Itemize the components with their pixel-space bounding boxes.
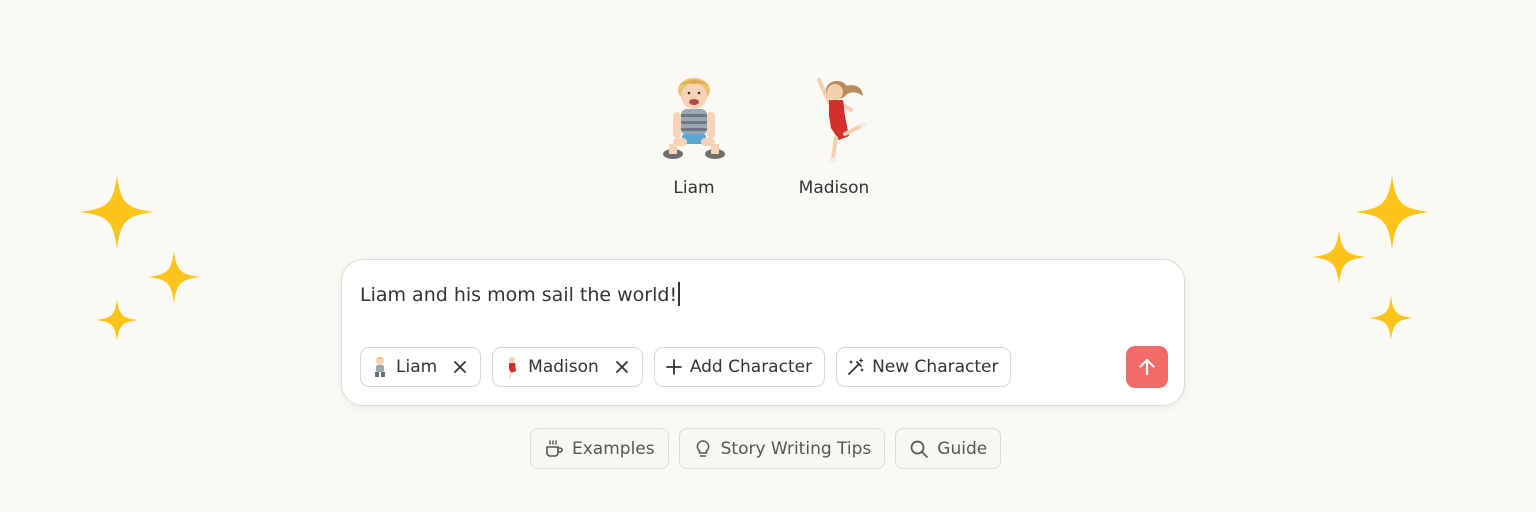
story-page: Liam Madison Liam and his mom sail the w… xyxy=(0,0,1536,512)
new-character-button[interactable]: New Character xyxy=(836,347,1012,387)
magic-wand-icon xyxy=(848,358,864,375)
chip-label: Liam xyxy=(396,357,438,377)
examples-label: Examples xyxy=(572,438,655,459)
text-caret xyxy=(678,282,680,306)
madison-avatar xyxy=(817,78,867,163)
new-character-label: New Character xyxy=(872,357,999,377)
chip-label: Madison xyxy=(528,357,599,377)
character-chip-madison[interactable]: Madison xyxy=(492,347,643,387)
character-liam[interactable]: Liam xyxy=(634,72,754,198)
add-character-button[interactable]: Add Character xyxy=(653,347,826,387)
guide-button[interactable]: Guide xyxy=(895,428,1002,469)
close-icon[interactable] xyxy=(452,359,468,375)
close-icon[interactable] xyxy=(614,359,630,375)
madison-mini-avatar xyxy=(509,357,517,379)
arrow-up-icon xyxy=(1139,358,1155,376)
character-madison[interactable]: Madison xyxy=(774,72,894,198)
lightbulb-icon xyxy=(696,439,709,457)
sparkle-icon xyxy=(1355,175,1429,249)
sparkle-icon xyxy=(96,299,138,341)
character-name: Liam xyxy=(673,178,715,198)
tips-label: Story Writing Tips xyxy=(720,438,872,459)
character-chip-liam[interactable]: Liam xyxy=(360,347,482,387)
sparkle-icon xyxy=(148,251,200,303)
story-prompt-input[interactable]: Liam and his mom sail the world! xyxy=(360,282,680,306)
add-character-label: Add Character xyxy=(689,357,813,377)
examples-button[interactable]: Examples xyxy=(530,428,669,469)
sparkle-icon xyxy=(1369,296,1413,340)
story-prompt-box: Liam and his mom sail the world! Liam Ma… xyxy=(341,259,1185,406)
sparkle-icon xyxy=(80,175,154,249)
story-prompt-text: Liam and his mom sail the world! xyxy=(360,284,678,306)
character-chip-row: Liam Madison Add Character New Character xyxy=(360,347,1012,387)
send-button[interactable] xyxy=(1126,346,1168,388)
story-writing-tips-button[interactable]: Story Writing Tips xyxy=(678,428,886,469)
search-icon xyxy=(910,440,929,458)
sparkle-icon xyxy=(1312,230,1366,284)
guide-label: Guide xyxy=(937,438,988,459)
character-name: Madison xyxy=(798,178,870,198)
coffee-cup-icon xyxy=(546,439,563,457)
liam-avatar xyxy=(663,78,725,159)
help-links: Examples Story Writing Tips Guide xyxy=(530,428,1002,469)
liam-mini-avatar xyxy=(375,357,385,377)
plus-icon xyxy=(665,359,682,375)
